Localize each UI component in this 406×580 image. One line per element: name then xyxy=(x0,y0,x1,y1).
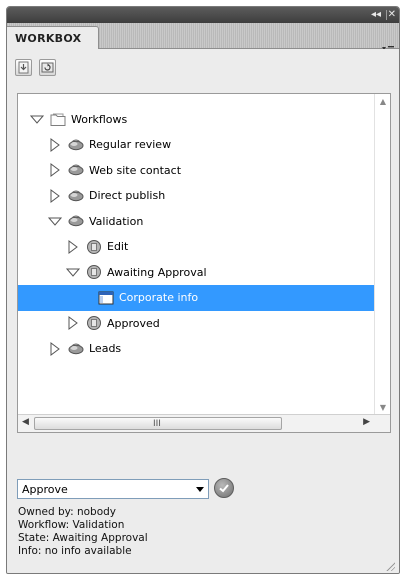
tree-item-label: Leads xyxy=(89,342,122,355)
item-info: Owned by: nobody Workflow: Validation St… xyxy=(18,506,148,558)
panel-titlebar: ◂◂ ✕ xyxy=(7,7,399,23)
folder-icon xyxy=(50,113,66,126)
tree-item[interactable]: Web site contact xyxy=(18,157,374,183)
tree-item-label: Awaiting Approval xyxy=(107,265,207,279)
tree-item[interactable]: Workflows xyxy=(18,106,374,132)
tree-item-label: Approved xyxy=(107,316,160,330)
workflow-icon xyxy=(68,139,84,150)
scroll-down-icon[interactable]: ▼ xyxy=(379,404,387,412)
tree-item[interactable]: Approved xyxy=(18,310,374,336)
state-text: State: Awaiting Approval xyxy=(18,532,148,544)
expander-closed-icon[interactable] xyxy=(66,316,80,330)
tree-item-label: Web site contact xyxy=(89,163,182,177)
tree-item-label: Edit xyxy=(107,240,129,253)
info-text: Info: no info available xyxy=(18,545,132,557)
workflow-tree[interactable]: Workflows Regular review Web site contact D… xyxy=(17,93,391,433)
scroll-up-icon[interactable]: ▲ xyxy=(379,98,387,106)
tree-item-label: Workflows xyxy=(71,112,128,126)
horizontal-scroll-thumb[interactable]: III xyxy=(34,417,282,430)
tree-item-content: Awaiting Approval xyxy=(66,259,207,285)
scroll-grip: III xyxy=(153,419,161,429)
download-button[interactable] xyxy=(15,59,32,76)
tree-item-label: Regular review xyxy=(89,138,172,151)
tree-item[interactable]: Leads xyxy=(18,336,374,362)
horizontal-scrollbar[interactable]: ◀ III ▶ xyxy=(18,414,390,432)
workflow-text: Workflow: Validation xyxy=(18,519,125,531)
tree-item[interactable]: Validation xyxy=(18,208,374,234)
tree-item-content: Edit xyxy=(66,234,128,260)
expander-closed-icon[interactable] xyxy=(48,188,62,203)
download-icon xyxy=(18,61,29,74)
resize-grip-icon[interactable] xyxy=(385,561,395,571)
workflow-icon xyxy=(68,215,84,227)
tree-item-content: Direct publish xyxy=(48,183,165,209)
tree-item[interactable]: Direct publish xyxy=(18,183,374,209)
expander-closed-icon[interactable] xyxy=(48,137,62,152)
tab-workbox[interactable]: WORKBOX xyxy=(7,26,99,50)
vertical-scrollbar[interactable]: ▲ ▼ xyxy=(374,94,390,416)
collapse-panel-button[interactable]: ◂◂ xyxy=(371,8,381,22)
workflow-icon xyxy=(68,343,84,354)
workbox-panel: ◂◂ ✕ WORKBOX Workflows Regular review We… xyxy=(6,6,400,574)
tree-item[interactable]: Awaiting Approval xyxy=(18,259,374,285)
tree-item-content: Validation xyxy=(48,208,143,234)
close-panel-button[interactable]: ✕ xyxy=(388,8,396,22)
tree-item-content: Approved xyxy=(66,310,160,336)
checkmark-icon xyxy=(219,484,229,493)
tree-item-content: Corporate info xyxy=(98,285,198,311)
refresh-button[interactable] xyxy=(39,59,56,76)
tree-item-content: Leads xyxy=(48,336,121,362)
apply-action-button[interactable] xyxy=(214,478,234,498)
state-icon xyxy=(87,265,101,279)
tree-item-content: Web site contact xyxy=(48,157,181,183)
tree-item-label: Validation xyxy=(89,214,144,228)
refresh-icon xyxy=(41,62,54,73)
workbox-toolbar xyxy=(7,49,399,85)
tree-item[interactable]: Regular review xyxy=(18,132,374,158)
scroll-left-icon[interactable]: ◀ xyxy=(22,417,29,427)
scroll-corner xyxy=(374,415,390,432)
panel-content: Workflows Regular review Web site contact D… xyxy=(7,85,399,573)
workflow-icon xyxy=(68,164,84,176)
expander-open-icon[interactable] xyxy=(30,112,44,126)
expander-closed-icon[interactable] xyxy=(48,163,62,177)
state-icon xyxy=(87,316,101,330)
action-select-value: Approve xyxy=(22,483,68,496)
expander-open-icon[interactable] xyxy=(48,214,62,228)
expander-closed-icon[interactable] xyxy=(48,341,62,356)
expander-closed-icon[interactable] xyxy=(66,239,80,254)
document-icon xyxy=(98,291,114,304)
tree-item-selected[interactable]: Corporate info xyxy=(18,284,374,311)
tree-item-label: Corporate info xyxy=(119,291,199,304)
tree-item-content: Regular review xyxy=(48,132,171,158)
tree-item-content: Workflows xyxy=(30,106,127,132)
tree-item-label: Direct publish xyxy=(89,189,166,202)
tree-item[interactable]: Edit xyxy=(18,234,374,260)
action-select[interactable]: Approve xyxy=(17,479,209,499)
workflow-icon xyxy=(68,190,84,201)
tab-row: WORKBOX xyxy=(7,23,399,54)
expander-open-icon[interactable] xyxy=(66,265,80,279)
chevron-down-icon[interactable] xyxy=(196,487,204,492)
state-icon xyxy=(87,239,101,254)
owned-by-text: Owned by: nobody xyxy=(18,506,117,518)
scroll-right-icon[interactable]: ▶ xyxy=(363,417,370,427)
